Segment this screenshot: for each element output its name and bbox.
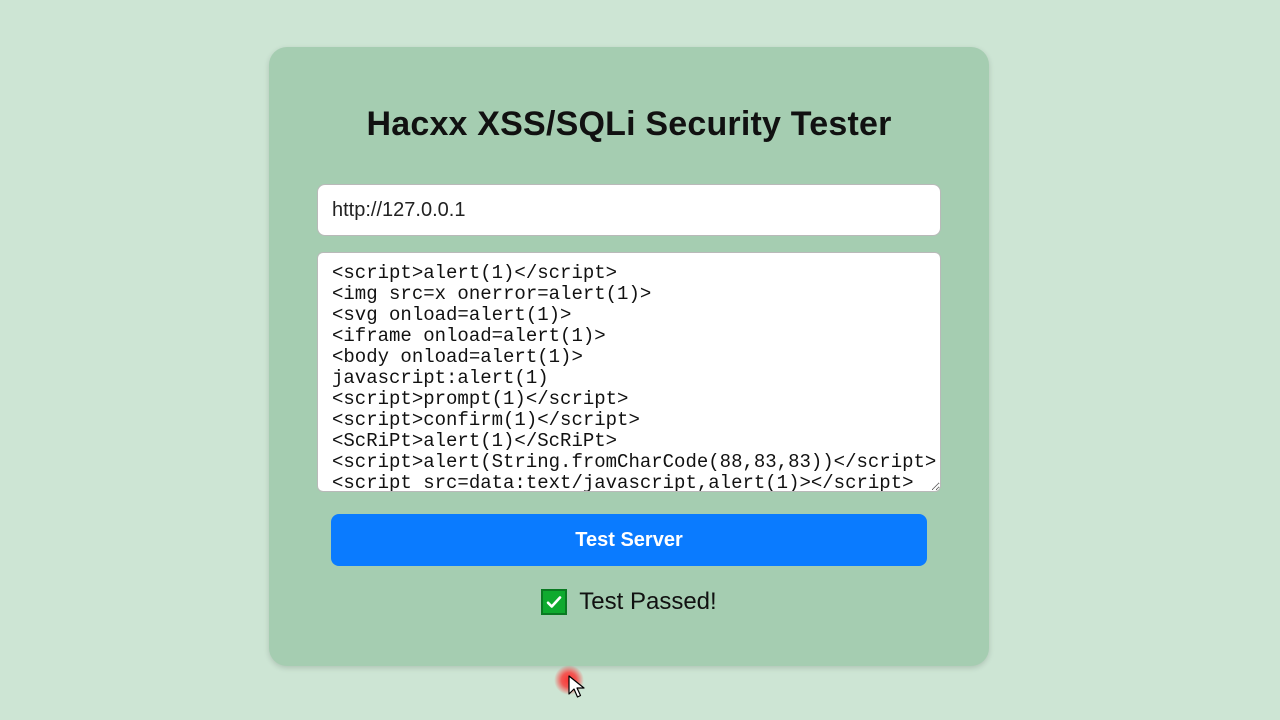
cursor-icon: [568, 675, 586, 704]
payloads-textarea[interactable]: [317, 252, 941, 492]
cursor-highlight: [554, 665, 584, 695]
url-input[interactable]: [317, 184, 941, 236]
page-title: Hacxx XSS/SQLi Security Tester: [317, 105, 941, 144]
tester-card: Hacxx XSS/SQLi Security Tester Test Serv…: [269, 47, 989, 666]
check-icon: [541, 589, 567, 615]
result-text: Test Passed!: [579, 588, 716, 616]
result-row: Test Passed!: [317, 588, 941, 616]
test-server-button[interactable]: Test Server: [331, 514, 927, 566]
